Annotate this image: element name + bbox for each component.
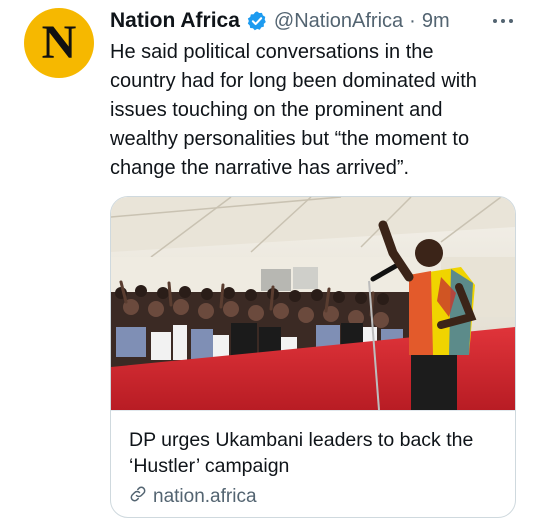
- avatar[interactable]: N: [24, 8, 94, 78]
- card-image[interactable]: [111, 197, 515, 411]
- author-handle[interactable]: @NationAfrica: [274, 10, 403, 33]
- card-domain: nation.africa: [153, 486, 257, 507]
- avatar-letter: N: [41, 16, 77, 69]
- timestamp[interactable]: 9m: [422, 10, 450, 33]
- more-options-icon[interactable]: [486, 6, 520, 36]
- card-domain-row[interactable]: nation.africa: [129, 485, 257, 509]
- author-name[interactable]: Nation Africa: [110, 9, 240, 33]
- meta-separator: ·: [409, 9, 416, 32]
- card-title[interactable]: DP urges Ukambani leaders to back the ‘H…: [129, 427, 499, 479]
- tweet-header: Nation Africa @NationAfrica · 9m: [110, 6, 520, 36]
- tweet-text: He said political conversations in the c…: [110, 41, 477, 179]
- link-card[interactable]: DP urges Ukambani leaders to back the ‘H…: [110, 196, 516, 518]
- link-icon: [129, 485, 147, 509]
- verified-badge-icon: [246, 10, 268, 32]
